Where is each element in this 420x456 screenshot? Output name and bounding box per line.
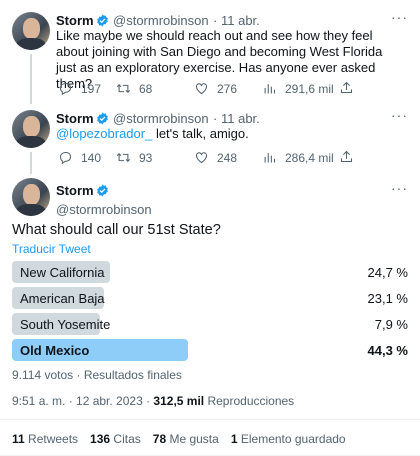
retweet-icon [116,83,131,94]
bookmarks-stat[interactable]: 1 Elemento guardado [231,432,346,446]
tweet-actions: 140 93 248 286,4 mil [58,150,358,165]
avatar[interactable] [12,110,50,148]
retweet-icon [116,152,131,163]
translate-link[interactable]: Traducir Tweet [12,242,91,256]
main-tweet-author: Storm @stormrobinson [56,182,152,217]
author-name[interactable]: Storm [56,13,94,28]
views-chart-icon [264,153,276,163]
verified-badge-icon [96,112,108,125]
retweet-button[interactable]: 68 [116,81,194,96]
verified-badge-icon [96,14,108,27]
like-button[interactable]: 276 [194,81,262,96]
like-button[interactable]: 248 [194,150,262,165]
author-name[interactable]: Storm [56,183,94,198]
likes-stat[interactable]: 78 Me gusta [153,432,219,446]
views-count: 291,6 mil [285,81,334,96]
quotes-stat[interactable]: 136 Citas [90,432,141,446]
mention-link[interactable]: @lopezobrador_ [56,126,152,141]
tweet-timestamp: 9:51 a. m. · 12 abr. 2023 · 312,5 mil Re… [12,394,294,408]
poll-option-percent: 44,3 % [367,343,408,358]
avatar[interactable] [12,178,50,216]
tweet-actions: 197 68 276 291,6 mil [58,81,358,96]
author-name[interactable]: Storm [56,111,94,126]
views-total: 312,5 mil [153,394,205,408]
reply-button[interactable]: 140 [58,150,116,165]
poll-option-label: Old Mexico [20,343,90,358]
retweet-count: 93 [139,150,153,165]
share-icon[interactable] [339,80,354,95]
poll-option-label: New California [20,265,105,280]
poll-option-percent: 24,7 % [367,265,408,280]
like-count: 276 [217,81,238,96]
poll-summary: 9.114 votos · Resultados finales [12,368,182,382]
author-handle[interactable]: @stormrobinson [113,13,209,28]
views-count: 286,4 mil [285,150,334,165]
avatar[interactable] [12,12,50,50]
reply-count: 140 [81,150,102,165]
poll-option-label: South Yosemite [20,317,111,332]
tweet-text-body: let's talk, amigo. [152,126,249,141]
main-tweet-text: What should call our 51st State? [12,222,221,238]
tweet-stats: 11 Retweets 136 Citas 78 Me gusta 1 Elem… [12,432,346,446]
author-handle[interactable]: @stormrobinson [56,202,152,217]
reply-icon [59,151,72,165]
thread-line [30,152,32,174]
retweets-stat[interactable]: 11 Retweets [12,432,78,446]
views-label: Reproducciones [204,394,295,408]
like-count: 248 [217,150,238,165]
poll-option-percent: 7,9 % [374,317,408,332]
timestamp-text[interactable]: 9:51 a. m. · 12 abr. 2023 · [12,394,153,408]
divider [0,419,420,420]
reply-icon [59,82,72,96]
reply-button[interactable]: 197 [58,81,116,96]
more-options-icon[interactable]: ··· [391,180,408,196]
heart-icon [195,152,208,164]
tweet-date[interactable]: · 11 abr. [213,111,260,126]
tweet-date[interactable]: · 11 abr. [213,13,260,28]
share-icon[interactable] [339,149,354,164]
retweet-button[interactable]: 93 [116,150,194,165]
more-options-icon[interactable]: ··· [391,9,408,25]
poll-option-label: American Baja [20,291,105,306]
verified-badge-icon [96,184,108,197]
tweet-text: @lopezobrador_ let's talk, amigo. [56,126,406,142]
more-options-icon[interactable]: ··· [391,107,408,123]
retweet-count: 68 [139,81,153,96]
author-handle[interactable]: @stormrobinson [113,111,209,126]
thread-line [30,54,32,104]
reply-count: 197 [81,81,102,96]
heart-icon [195,83,208,95]
views-chart-icon [264,84,276,94]
poll-option-percent: 23,1 % [367,291,408,306]
